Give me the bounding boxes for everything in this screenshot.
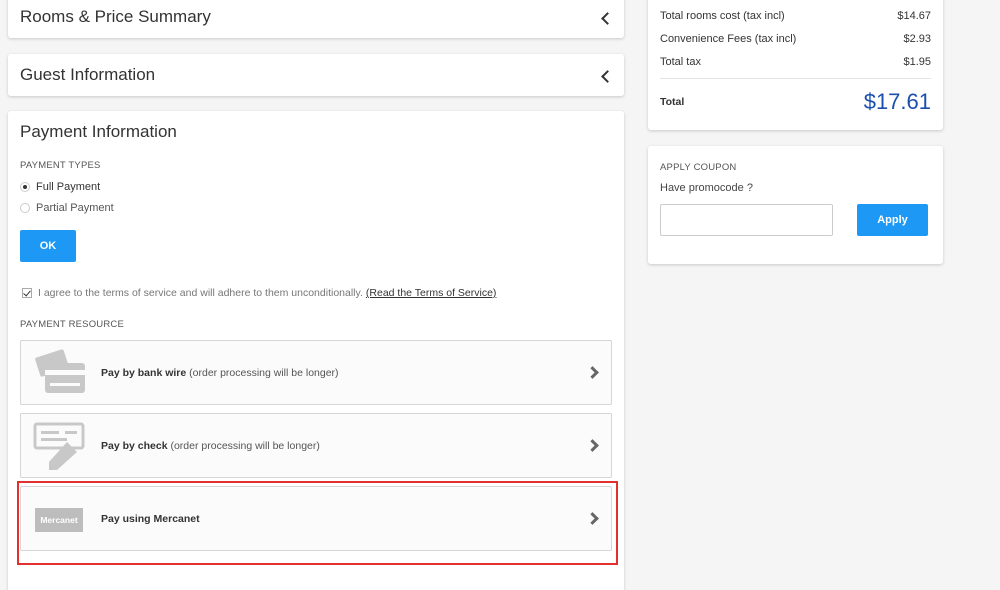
rooms-price-summary-title: Rooms & Price Summary <box>20 7 211 26</box>
pay-check-option[interactable]: Pay by check (order processing will be l… <box>20 413 612 478</box>
promocode-input[interactable] <box>660 204 833 236</box>
summary-row-value: $1.95 <box>903 56 931 68</box>
payment-information-title: Payment Information <box>20 122 177 141</box>
terms-link[interactable]: (Read the Terms of Service) <box>366 287 497 299</box>
chevron-right-icon <box>586 439 599 452</box>
chevron-left-icon[interactable] <box>601 12 614 25</box>
check-text: Pay by check (order processing will be l… <box>101 440 320 452</box>
terms-row: I agree to the terms of service and will… <box>22 287 496 299</box>
summary-row-value: $2.93 <box>903 33 931 45</box>
partial-payment-radio[interactable] <box>20 203 30 213</box>
chevron-left-icon[interactable] <box>601 70 614 83</box>
summary-row-label: Convenience Fees (tax incl) <box>660 33 797 45</box>
mercanet-highlight-box <box>17 481 618 565</box>
apply-coupon-heading: APPLY COUPON <box>660 162 737 173</box>
apply-coupon-card: APPLY COUPON Have promocode ? Apply <box>648 146 943 264</box>
chevron-right-icon <box>586 366 599 379</box>
bank-wire-note: (order processing will be longer) <box>189 367 339 379</box>
total-value: $17.61 <box>863 89 931 114</box>
ok-button[interactable]: OK <box>20 230 76 262</box>
apply-button[interactable]: Apply <box>857 204 928 236</box>
summary-divider <box>660 78 931 79</box>
pay-bank-wire-option[interactable]: Pay by bank wire (order processing will … <box>20 340 612 405</box>
price-summary-card: Total rooms cost (tax incl) $14.67 Conve… <box>648 0 943 130</box>
summary-row-label: Total tax <box>660 56 701 68</box>
partial-payment-option[interactable]: Partial Payment <box>20 202 114 214</box>
summary-row: Convenience Fees (tax incl) $2.93 <box>660 33 931 45</box>
check-name: Pay by check <box>101 440 168 452</box>
summary-row: Total rooms cost (tax incl) $14.67 <box>660 10 931 22</box>
bank-card-icon <box>35 349 85 393</box>
bank-wire-text: Pay by bank wire (order processing will … <box>101 367 339 379</box>
full-payment-option[interactable]: Full Payment <box>20 181 100 193</box>
promocode-prompt: Have promocode ? <box>660 182 753 194</box>
summary-row-value: $14.67 <box>897 10 931 22</box>
guest-information-panel[interactable]: Guest Information <box>8 54 624 96</box>
terms-text: I agree to the terms of service and will… <box>38 287 363 299</box>
full-payment-radio[interactable] <box>20 182 30 192</box>
bank-wire-name: Pay by bank wire <box>101 367 187 379</box>
terms-checkbox[interactable] <box>22 288 32 298</box>
rooms-price-summary-panel[interactable]: Rooms & Price Summary <box>8 0 624 38</box>
payment-types-heading: PAYMENT TYPES <box>20 160 101 171</box>
full-payment-label: Full Payment <box>36 181 101 193</box>
summary-row-label: Total rooms cost (tax incl) <box>660 10 785 22</box>
check-note: (order processing will be longer) <box>170 440 320 452</box>
partial-payment-label: Partial Payment <box>36 202 114 214</box>
payment-resource-heading: PAYMENT RESOURCE <box>20 319 125 330</box>
summary-row: Total tax $1.95 <box>660 56 931 68</box>
guest-information-title: Guest Information <box>20 65 156 84</box>
total-label: Total <box>660 96 685 108</box>
check-pen-icon <box>33 422 85 470</box>
